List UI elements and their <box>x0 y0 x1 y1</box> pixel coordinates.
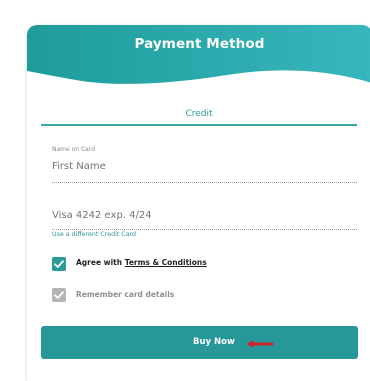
buy-now-button[interactable]: Buy Now <box>41 326 358 359</box>
use-different-card-link[interactable]: Use a different Credit Card <box>52 231 136 238</box>
check-icon <box>54 260 64 268</box>
tab-credit[interactable]: Credit <box>41 104 357 126</box>
agree-text: Agree with <box>76 258 125 267</box>
name-on-card-input[interactable] <box>52 155 357 183</box>
agree-checkbox[interactable] <box>52 257 66 271</box>
agree-label: Agree with Terms & Conditions <box>76 258 207 267</box>
remember-card-label: Remember card details <box>76 290 175 299</box>
arrow-left-icon <box>247 340 273 348</box>
payment-card: Payment Method Credit Name on Card Use a… <box>27 25 370 381</box>
page-title: Payment Method <box>134 36 265 52</box>
buy-now-label: Buy Now <box>193 337 235 347</box>
check-icon <box>54 291 64 299</box>
name-on-card-label: Name on Card <box>52 146 96 153</box>
saved-card-input[interactable] <box>52 205 357 230</box>
header-wave-background <box>27 25 370 84</box>
terms-conditions-link[interactable]: Terms & Conditions <box>125 258 207 267</box>
payment-header: Payment Method <box>27 25 370 90</box>
remember-card-checkbox[interactable] <box>52 288 66 302</box>
